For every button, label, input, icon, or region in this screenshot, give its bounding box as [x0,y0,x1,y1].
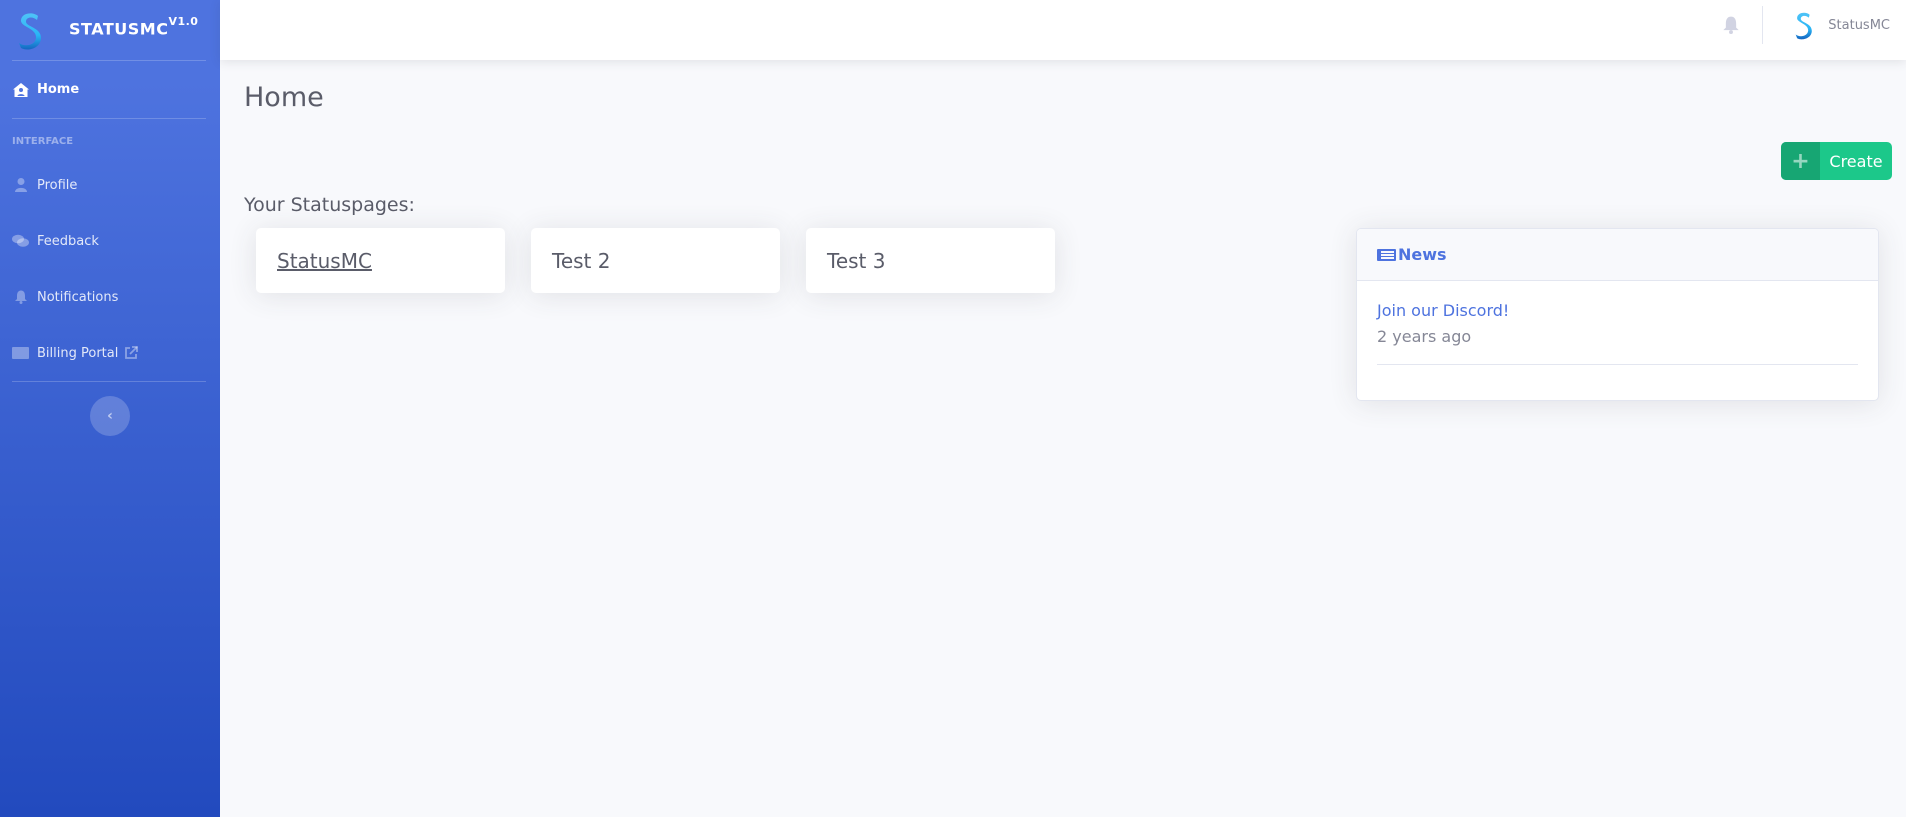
alerts-button[interactable] [1723,16,1741,36]
statuspages-heading: Your Statuspages: [244,194,415,216]
sidebar-item-label: Billing Portal [37,345,119,361]
sidebar-item-home[interactable]: Home [0,61,220,118]
bell-icon [12,290,29,304]
topbar: StatusMC [220,0,1906,60]
brand-link[interactable]: STATUSMCV1.0 [0,0,220,60]
statuspage-card[interactable]: Test 2 [531,228,780,293]
sidebar-item-profile[interactable]: Profile [0,157,220,213]
news-header: News [1357,229,1878,281]
statuspage-name[interactable]: StatusMC [277,249,372,273]
money-bill-icon [12,346,29,360]
comments-icon [12,234,29,248]
topbar-divider [1762,6,1763,44]
page-title: Home [244,82,324,113]
statusmc-logo-icon [19,13,41,50]
user-dropdown[interactable]: StatusMC [1792,10,1890,40]
sidebar-heading: INTERFACE [12,136,74,147]
sidebar-item-label: Profile [37,177,78,193]
news-title: News [1398,245,1447,264]
user-name: StatusMC [1828,17,1890,33]
sidebar-toggle-button[interactable]: ‹ [90,396,130,436]
user-icon [12,178,29,192]
bell-icon [1723,16,1739,34]
sidebar-item-feedback[interactable]: Feedback [0,213,220,269]
chevron-left-icon: ‹ [107,408,113,424]
sidebar-item-notifications[interactable]: Notifications [0,269,220,325]
sidebar-item-billing-portal[interactable]: Billing Portal [0,325,220,381]
create-statuspage-button[interactable]: + Create [1781,142,1892,180]
brand-name: STATUSMCV1.0 [69,14,199,39]
sidebar-item-label: Notifications [37,289,119,305]
news-divider [1377,364,1858,365]
newspaper-icon [1377,248,1396,261]
sidebar-item-label: Feedback [37,233,99,249]
statuspage-name: Test 2 [552,248,611,273]
news-card: News Join our Discord! 2 years ago [1356,228,1879,401]
news-item-time: 2 years ago [1377,327,1472,346]
statuspage-card[interactable]: StatusMC [256,228,505,293]
home-user-icon [12,82,29,97]
sidebar: STATUSMCV1.0 Home INTERFACE Profile Feed… [0,0,220,817]
create-button-label: Create [1829,151,1883,171]
brand-version: V1.0 [168,14,199,28]
statuspage-name: Test 3 [827,248,886,273]
user-avatar-logo-icon [1795,12,1813,40]
statuspage-card[interactable]: Test 3 [806,228,1055,293]
sidebar-item-label: Home [37,82,80,97]
news-item-link[interactable]: Join our Discord! [1377,301,1858,320]
external-link-icon [124,346,139,360]
plus-icon: + [1781,142,1820,180]
